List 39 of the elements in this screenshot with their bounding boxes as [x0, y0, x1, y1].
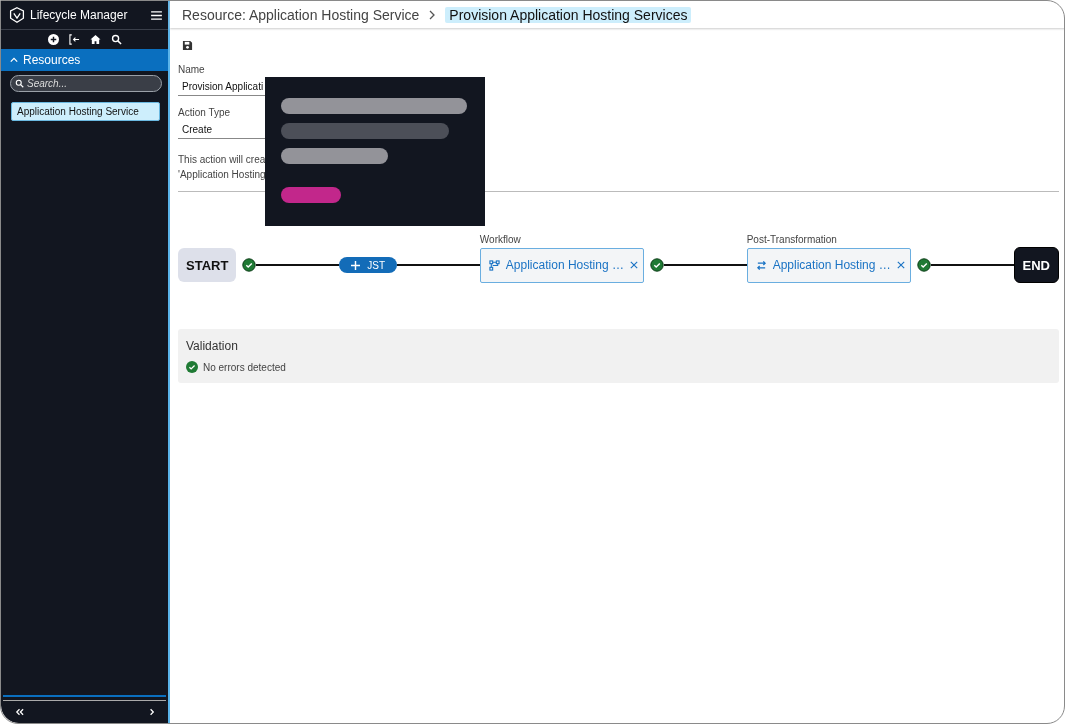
- app-title: Lifecycle Manager: [30, 8, 129, 22]
- menu-icon[interactable]: [151, 10, 162, 20]
- swap-icon: [755, 259, 767, 271]
- description-text: This action will crea: [178, 153, 266, 167]
- workflow-icon: [488, 259, 500, 271]
- node-heading: Workflow: [479, 233, 521, 245]
- description-text: 'Application Hosting: [178, 168, 266, 182]
- close-icon[interactable]: [896, 261, 905, 269]
- field-label: Action Type: [178, 107, 232, 118]
- add-icon[interactable]: [47, 34, 59, 45]
- field-label: Name: [178, 64, 206, 75]
- chevron-icon: [10, 57, 18, 63]
- search-icon[interactable]: [110, 34, 122, 45]
- save-icon[interactable]: [182, 40, 193, 51]
- section-header[interactable]: Resources: [1, 49, 168, 71]
- check-icon: [916, 258, 931, 272]
- pipeline-node[interactable]: Application Hosting …: [746, 247, 911, 283]
- expand-icon[interactable]: [147, 708, 156, 716]
- terminal-node: END: [1013, 247, 1059, 283]
- breadcrumb-item[interactable]: Resource: Application Hosting Service: [182, 6, 420, 23]
- check-icon: [242, 258, 257, 272]
- add-jst-button[interactable]: JST: [339, 257, 397, 273]
- logo-icon: [9, 7, 25, 23]
- check-icon: [649, 258, 664, 272]
- plus-icon: [351, 260, 361, 270]
- resource-item[interactable]: Application Hosting Service: [11, 102, 160, 121]
- validation-message: No errors detected: [203, 361, 286, 373]
- terminal-node: START: [178, 248, 237, 282]
- breadcrumb-item[interactable]: Provision Application Hosting Services: [445, 6, 692, 23]
- section-label: Resources: [23, 53, 81, 67]
- breadcrumb-separator-icon: [429, 9, 436, 20]
- login-icon[interactable]: [68, 34, 80, 45]
- search-field[interactable]: Search...: [10, 75, 162, 92]
- node-heading: Post-Transformation: [746, 233, 837, 245]
- validation-title: Validation: [186, 339, 239, 353]
- collapse-icon[interactable]: [15, 708, 24, 716]
- home-icon[interactable]: [89, 34, 101, 45]
- pipeline-node[interactable]: Application Hosting …: [479, 247, 644, 283]
- close-icon[interactable]: [629, 261, 638, 269]
